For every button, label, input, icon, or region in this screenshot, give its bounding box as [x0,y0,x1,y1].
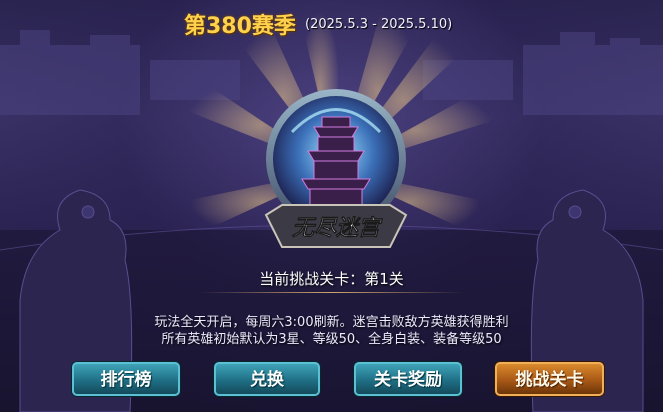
tower-emblem-icon: 无尽迷宫 [264,89,408,248]
season-title: 第380赛季 [184,14,296,39]
challenge-stage-button[interactable]: 挑战关卡 [495,362,604,396]
description-line-2: 所有英雄初始默认为3星、等级50、全身白装、装备等级50 [161,332,502,347]
season-dates: (2025.5.3 - 2025.5.10) [305,16,453,32]
emblem-name: 无尽迷宫 [292,215,383,241]
emblem-name-plaque: 无尽迷宫 [264,204,408,248]
game-screen: 第380赛季 (2025.5.3 - 2025.5.10) 无尽迷宫 当前挑战关… [0,0,663,412]
season-header: 第380赛季 (2025.5.3 - 2025.5.10) [184,8,452,40]
current-level-label: 当前挑战关卡：第1关 [259,270,404,288]
divider [200,292,463,293]
stage-rewards-button[interactable]: 关卡奖励 [354,362,462,396]
exchange-button[interactable]: 兑换 [214,362,320,396]
ranking-button[interactable]: 排行榜 [72,362,180,396]
